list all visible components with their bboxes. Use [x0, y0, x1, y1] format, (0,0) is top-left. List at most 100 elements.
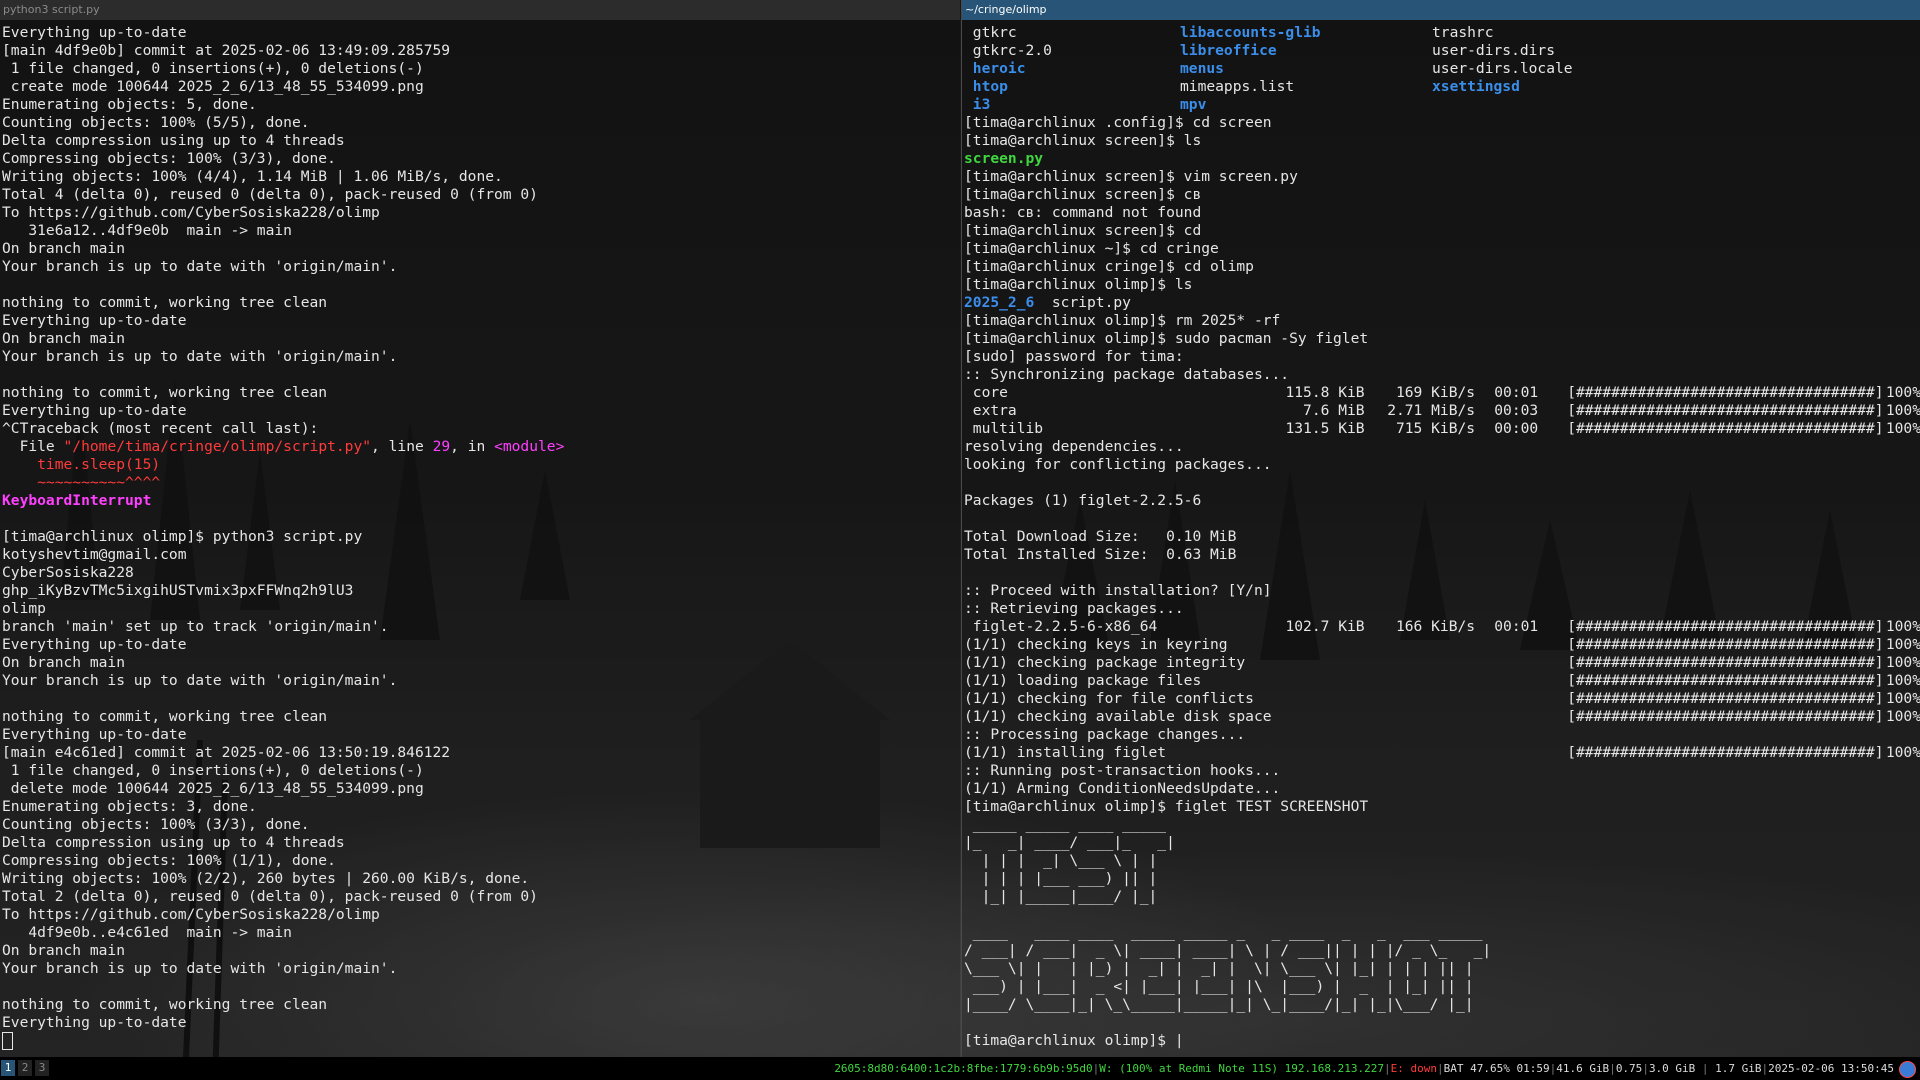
pacman-bar: [##################################] [1567, 672, 1884, 689]
ls-entry: mimeapps.list [1180, 78, 1295, 95]
pacman-bar: [##################################] [1567, 708, 1884, 725]
terminal-text: 1 file changed, 0 insertions(+), 0 delet… [2, 60, 424, 77]
terminal-line: resolving dependencies... [964, 438, 1920, 456]
ls-entry-executable: screen.py [964, 150, 1044, 167]
terminal-text: Your branch is up to date with 'origin/m… [2, 258, 398, 275]
pacman-pct: 100% [1885, 384, 1920, 401]
ls-output-row: 2025_2_6 script.py [964, 294, 1920, 312]
ls-entry: mpv [1180, 96, 1207, 113]
terminal-line: :: Processing package changes... [964, 726, 1920, 744]
pacman-time: 00:03 [1494, 402, 1539, 419]
pacman-time: 00:00 [1494, 420, 1539, 437]
terminal-text: [tima@archlinux .config]$ cd screen [964, 114, 1272, 131]
memory-free-status: 1.7 GiB [1715, 1062, 1762, 1075]
tray-app-icon[interactable] [1899, 1061, 1916, 1078]
workspace-button-1[interactable]: 1 [1, 1060, 15, 1076]
terminal-text: [tima@archlinux screen]$ cd [964, 222, 1202, 239]
terminal-window-right[interactable]: ~/cringe/olimp gtkrc libaccounts-glib tras… [961, 0, 1920, 1057]
figlet-art-line [964, 1014, 1920, 1032]
terminal-line: File "/home/tima/cringe/olimp/script.py"… [2, 438, 960, 456]
terminal-text: Writing objects: 100% (2/2), 260 bytes |… [2, 870, 530, 887]
terminal-line: Delta compression using up to 4 threads [2, 834, 960, 852]
terminal-prompt-line[interactable]: [tima@archlinux olimp]$ | [964, 1032, 1920, 1050]
pacman-size: 7.6 MiB [1303, 402, 1365, 419]
pacman-progress-row: (1/1) checking keys in keyring [#########… [964, 636, 1920, 654]
terminal-text: Total 2 (delta 0), reused 0 (delta 0), p… [2, 888, 538, 905]
terminal-text: nothing to commit, working tree clean [2, 294, 328, 311]
pacman-pct: 100% [1885, 618, 1920, 635]
workspace-button-2[interactable]: 2 [18, 1060, 32, 1076]
load-status: 0.75 [1615, 1062, 1643, 1075]
terminal-line: create mode 100644 2025_2_6/13_48_55_534… [2, 78, 960, 96]
terminal-text: Compressing objects: 100% (3/3), done. [2, 150, 336, 167]
pacman-time [1475, 744, 1538, 762]
pacman-bar: [##################################] [1567, 618, 1884, 635]
terminal-line: 4df9e0b..e4c61ed main -> main [2, 924, 960, 942]
pacman-progress-row: core 115.8 KiB 169 KiB/s 00:01 [############… [964, 384, 1920, 402]
pacman-progress-row: (1/1) checking for file conflicts [######… [964, 690, 1920, 708]
terminal-text: Your branch is up to date with 'origin/m… [2, 960, 398, 977]
terminal-window-left[interactable]: python3 script.py Everything up-to-date[… [0, 0, 960, 1057]
terminal-line: To https://github.com/CyberSosiska228/ol… [2, 204, 960, 222]
terminal-line: Total 2 (delta 0), reused 0 (delta 0), p… [2, 888, 960, 906]
terminal-line: Everything up-to-date [2, 636, 960, 654]
pacman-size [1282, 636, 1365, 654]
ls-entry: menus [1180, 60, 1224, 77]
window-title-left[interactable]: python3 script.py [0, 0, 960, 20]
terminal-text: Everything up-to-date [2, 24, 187, 41]
figlet-text: | | | _| \___ \ | | [964, 852, 1158, 869]
terminal-line: Writing objects: 100% (2/2), 260 bytes |… [2, 870, 960, 888]
terminal-line: nothing to commit, working tree clean [2, 384, 960, 402]
terminal-output-right[interactable]: gtkrc libaccounts-glib trashrc gtkrc-2.0 li… [962, 20, 1920, 1057]
terminal-line: Compressing objects: 100% (1/1), done. [2, 852, 960, 870]
ls-entry: libaccounts-glib [1180, 24, 1321, 41]
terminal-line: Delta compression using up to 4 threads [2, 132, 960, 150]
battery-status: BAT 47.65% 01:59 [1443, 1062, 1550, 1075]
pacman-size [1282, 708, 1365, 726]
pacman-pct: 100% [1885, 744, 1920, 761]
terminal-text: Counting objects: 100% (3/3), done. [2, 816, 310, 833]
terminal-line: [tima@archlinux olimp]$ python3 script.p… [2, 528, 960, 546]
terminal-text: [tima@archlinux screen]$ ls [964, 132, 1202, 149]
pacman-pct: 100% [1885, 654, 1920, 671]
pacman-progress-row: multilib 131.5 KiB 715 KiB/s 00:00 [########… [964, 420, 1920, 438]
window-title-right[interactable]: ~/cringe/olimp [962, 0, 1920, 20]
terminal-text: nothing to commit, working tree clean [2, 996, 328, 1013]
pacman-size: 102.7 KiB [1285, 618, 1365, 635]
pacman-name: (1/1) loading package files [964, 672, 1202, 689]
terminal-text: [sudo] password for tima: [964, 348, 1184, 365]
pacman-progress-row: (1/1) loading package files [############… [964, 672, 1920, 690]
terminal-line: bash: cв: command not found [964, 204, 1920, 222]
pacman-pct: 100% [1885, 420, 1920, 437]
terminal-output-left[interactable]: Everything up-to-date [main 4df9e0b] comm… [0, 20, 960, 1057]
terminal-text: On branch main [2, 654, 126, 671]
ipv6-status: 2605:8d80:6400:1c2b:8fbe:1779:6b9b:95d0 [834, 1062, 1093, 1075]
terminal-text: Everything up-to-date [2, 312, 187, 329]
terminal-text: looking for conflicting packages... [964, 456, 1272, 473]
pacman-bar: [##################################] [1567, 654, 1884, 671]
terminal-text: Enumerating objects: 3, done. [2, 798, 257, 815]
terminal-text: [tima@archlinux olimp]$ python3 script.p… [2, 528, 363, 545]
ls-entry: heroic [964, 60, 1026, 77]
terminal-text: [tima@archlinux cringe]$ cd olimp [964, 258, 1254, 275]
terminal-line: 31e6a12..4df9e0b main -> main [2, 222, 960, 240]
pacman-name: extra [964, 402, 1017, 419]
workspace-button-3[interactable]: 3 [35, 1060, 49, 1076]
ls-output-row: screen.py [964, 150, 1920, 168]
terminal-line: Everything up-to-date [2, 726, 960, 744]
pacman-progress-row: (1/1) checking available disk space [####… [964, 708, 1920, 726]
figlet-art-line: |_ _| ____/ ___|_ _| [964, 834, 1920, 852]
terminal-text: Total 4 (delta 0), reused 0 (delta 0), p… [2, 186, 538, 203]
status-blocks: 2605:8d80:6400:1c2b:8fbe:1779:6b9b:95d0|… [834, 1062, 1894, 1075]
disk-status: 41.6 GiB [1556, 1062, 1610, 1075]
terminal-line: time.sleep(15) [2, 456, 960, 474]
pacman-time [1475, 690, 1538, 708]
figlet-art-line: \___ \| | | |_) | _| | _| | \| \___ \| |… [964, 960, 1920, 978]
terminal-line: Everything up-to-date [2, 312, 960, 330]
terminal-text: Compressing objects: 100% (1/1), done. [2, 852, 336, 869]
datetime-status: 2025-02-06 13:50:45 [1768, 1062, 1894, 1075]
terminal-line: Your branch is up to date with 'origin/m… [2, 258, 960, 276]
terminal-text: create mode 100644 2025_2_6/13_48_55_534… [2, 78, 424, 95]
